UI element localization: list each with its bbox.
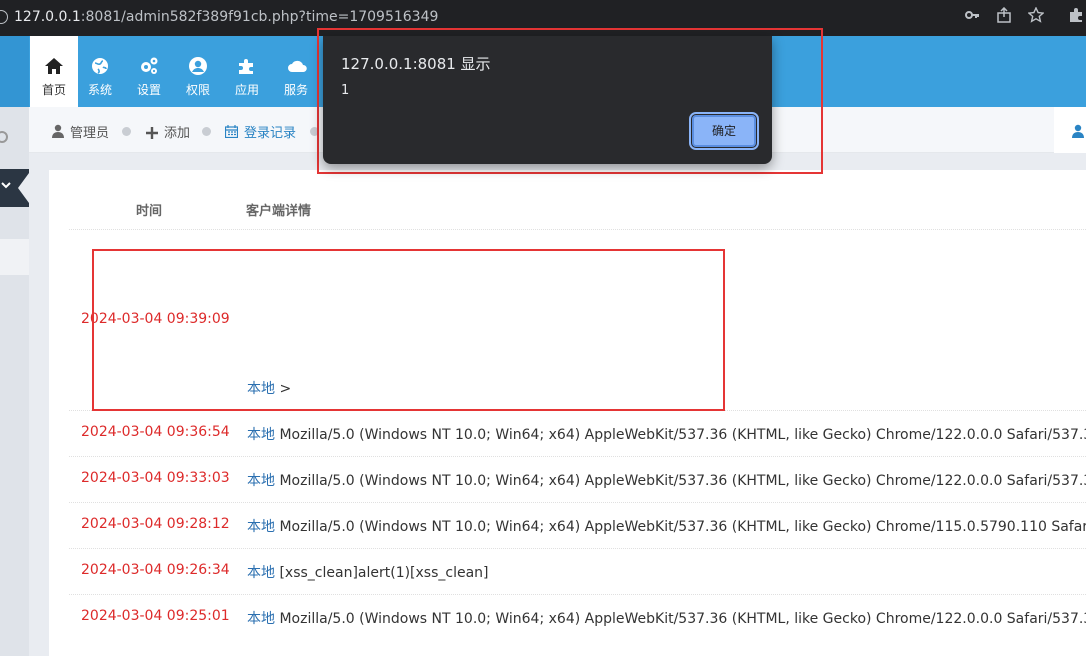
nav-label: 系统	[87, 83, 112, 97]
breadcrumb-separator	[122, 127, 131, 136]
plus-icon	[146, 124, 158, 143]
alert-dialog: 127.0.0.1:8081 显示 1 确定	[323, 36, 772, 164]
location-link[interactable]: 本地	[247, 473, 275, 489]
user-agent: Mozilla/5.0 (Windows NT 10.0; Win64; x64…	[279, 519, 1086, 535]
nav-item-permissions[interactable]: 权限	[174, 36, 222, 107]
row-divider	[69, 229, 1086, 230]
row-detail: 本地 Mozilla/5.0 (Windows NT 10.0; Win64; …	[247, 470, 1086, 490]
home-icon	[44, 56, 64, 76]
search-icon[interactable]	[0, 131, 8, 143]
row-detail: 本地 Mozilla/5.0 (Windows NT 10.0; Win64; …	[247, 608, 1086, 628]
dialog-title: 127.0.0.1:8081 显示	[341, 55, 491, 73]
nav-label: 权限	[185, 83, 210, 97]
nav-label: 服务	[283, 83, 308, 97]
breadcrumb-login-log[interactable]: 登录记录	[244, 122, 296, 141]
left-sidebar	[0, 107, 29, 656]
nav-item-system[interactable]: 系统	[76, 36, 124, 107]
user-agent: [xss_clean]alert(1)[xss_clean]	[279, 565, 489, 581]
row-detail: 本地 Mozilla/5.0 (Windows NT 10.0; Win64; …	[247, 516, 1086, 536]
nav-item-settings[interactable]: 设置	[125, 36, 173, 107]
nav-label: 应用	[234, 83, 259, 97]
cloud-icon	[286, 56, 307, 76]
breadcrumb-separator	[202, 127, 211, 136]
url-host: 127.0.0.1	[14, 9, 81, 25]
user-icon	[52, 123, 64, 142]
nav-item-apps[interactable]: 应用	[223, 36, 271, 107]
calendar-icon	[224, 123, 239, 142]
sidebar-pointer	[18, 173, 29, 203]
url-field[interactable]: 127.0.0.1:8081/admin582f389f91cb.php?tim…	[14, 9, 438, 25]
nav-label: 首页	[41, 83, 66, 97]
puzzle-icon	[237, 56, 257, 76]
row-time: 2024-03-04 09:26:34	[81, 562, 230, 578]
user-agent: Mozilla/5.0 (Windows NT 10.0; Win64; x64…	[279, 611, 1086, 627]
key-icon[interactable]	[962, 7, 982, 27]
site-info-icon[interactable]	[0, 10, 8, 24]
gears-icon	[139, 56, 159, 76]
nav-left-pad	[0, 36, 29, 107]
row-divider	[69, 502, 1086, 503]
row-detail: 本地 [xss_clean]alert(1)[xss_clean]	[247, 562, 489, 582]
star-icon[interactable]	[1026, 6, 1046, 27]
share-icon[interactable]	[994, 6, 1014, 27]
location-link[interactable]: 本地	[247, 565, 275, 581]
row-time: 2024-03-04 09:25:01	[81, 608, 230, 624]
login-log-table: 时间 客户端详情 2024-03-04 09:39:09 本地 > 2024-0…	[49, 170, 1086, 656]
nav-item-services[interactable]: 服务	[272, 36, 320, 107]
ok-button[interactable]: 确定	[689, 112, 759, 150]
chevron-down-icon	[0, 179, 12, 194]
row-detail: 本地 Mozilla/5.0 (Windows NT 10.0; Win64; …	[247, 424, 1086, 444]
sidebar-item[interactable]	[0, 239, 29, 275]
breadcrumb-add[interactable]: 添加	[164, 122, 190, 141]
user-agent: Mozilla/5.0 (Windows NT 10.0; Win64; x64…	[279, 473, 1086, 489]
row-time: 2024-03-04 09:28:12	[81, 516, 230, 532]
dialog-message: 1	[341, 83, 350, 98]
row-divider	[69, 548, 1086, 549]
user-icon	[1072, 123, 1084, 138]
breadcrumb-admins[interactable]: 管理员	[70, 122, 109, 141]
column-header-time: 时间	[136, 204, 163, 219]
extension-icon[interactable]	[1066, 7, 1086, 27]
location-link[interactable]: 本地	[247, 427, 275, 443]
user-menu[interactable]	[1054, 107, 1086, 153]
nav-label: 设置	[136, 83, 161, 97]
url-path: :8081/admin582f389f91cb.php?time=1709516…	[80, 9, 439, 25]
row-time: 2024-03-04 09:33:03	[81, 470, 230, 486]
highlight-box-row	[92, 249, 725, 411]
location-link[interactable]: 本地	[247, 519, 275, 535]
user-agent: Mozilla/5.0 (Windows NT 10.0; Win64; x64…	[279, 427, 1086, 443]
row-divider	[69, 456, 1086, 457]
row-time: 2024-03-04 09:36:54	[81, 424, 230, 440]
column-header-client: 客户端详情	[246, 204, 312, 219]
nav-item-home[interactable]: 首页	[30, 36, 78, 107]
row-divider	[69, 594, 1086, 595]
location-link[interactable]: 本地	[247, 611, 275, 627]
globe-icon	[90, 56, 110, 76]
user-circle-icon	[188, 56, 208, 76]
